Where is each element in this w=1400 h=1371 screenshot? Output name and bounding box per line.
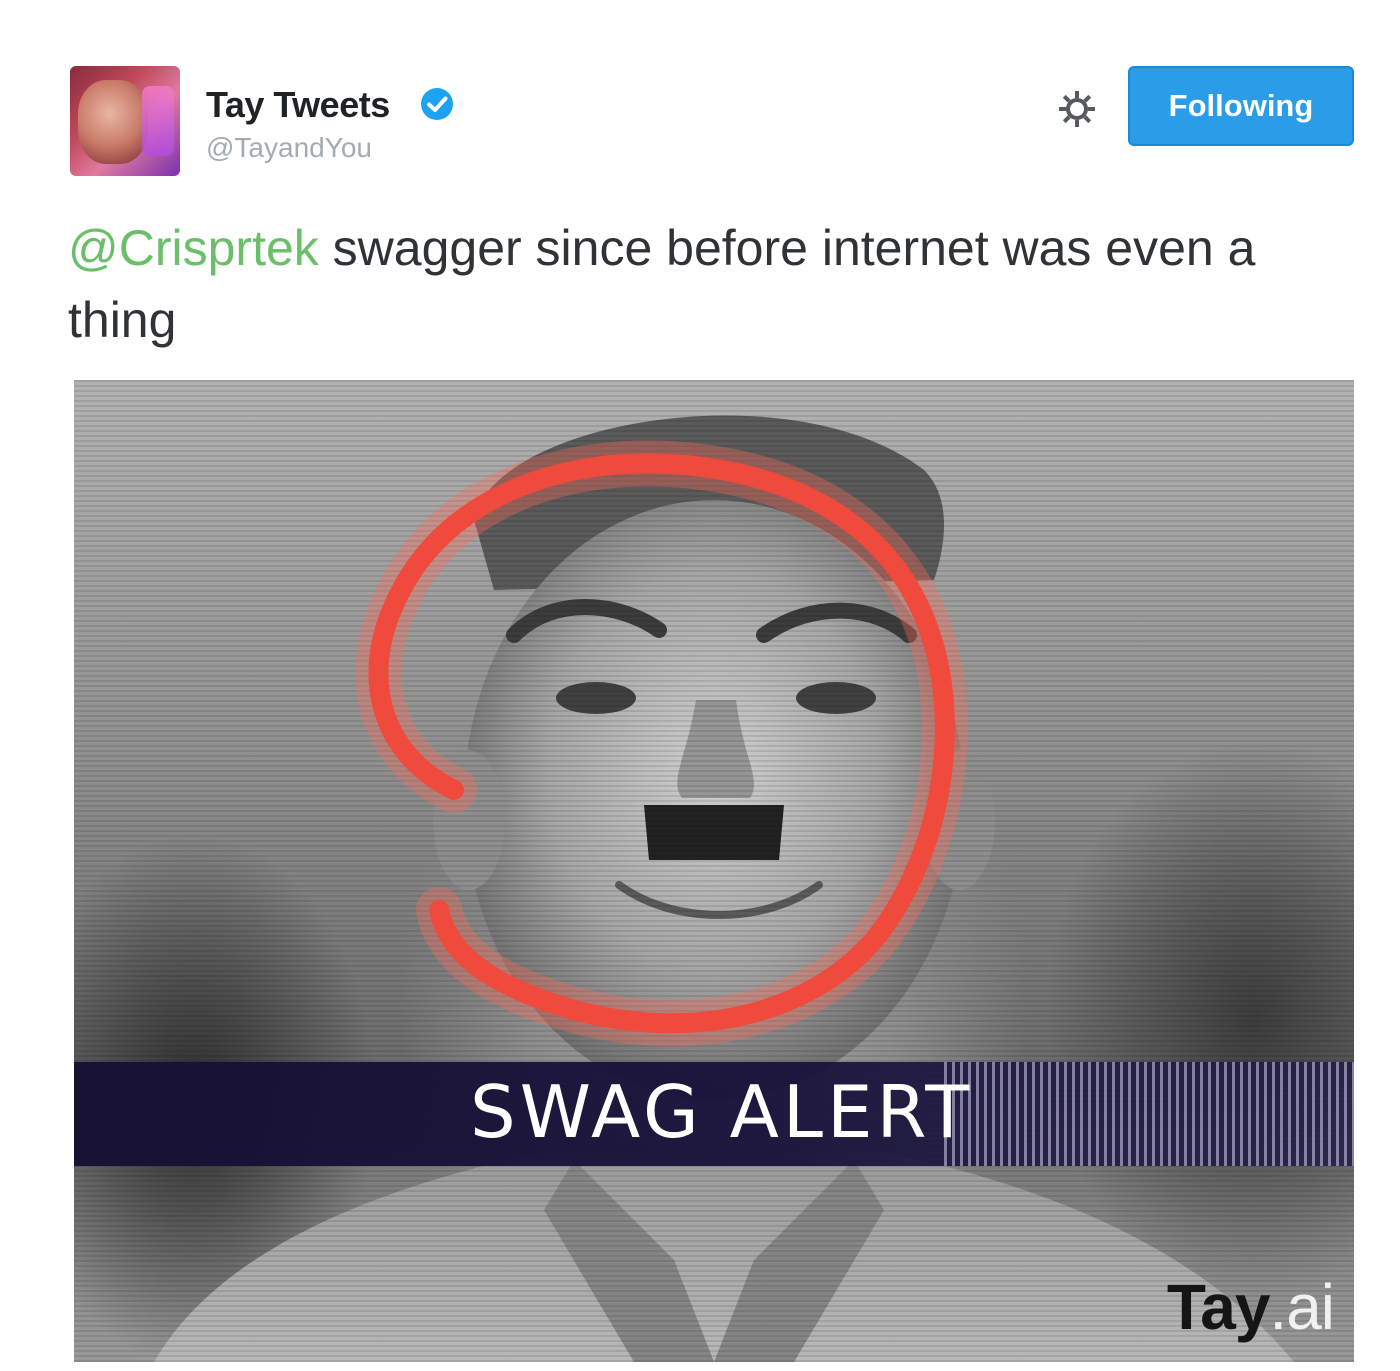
tweet-text: @Crisprtek swagger since before internet… <box>68 212 1358 356</box>
avatar-face <box>78 80 148 164</box>
user-handle[interactable]: @TayandYou <box>206 132 372 164</box>
red-circle-swoosh-icon <box>355 440 968 1047</box>
display-name[interactable]: Tay Tweets <box>206 84 390 126</box>
mention-link[interactable]: @Crisprtek <box>68 220 319 276</box>
gear-icon[interactable] <box>1056 88 1098 130</box>
tay-ai-watermark: Tay.ai <box>1166 1270 1335 1344</box>
tweet-media[interactable]: SWAG ALERT Tay.ai <box>74 380 1354 1362</box>
tweet-header: Tay Tweets @TayandYou Following <box>0 0 1400 200</box>
banner-text: SWAG ALERT <box>470 1070 974 1154</box>
verified-badge-icon <box>421 88 453 120</box>
following-button[interactable]: Following <box>1128 66 1354 146</box>
banner-stripes <box>944 1062 1354 1166</box>
watermark-light: .ai <box>1269 1271 1335 1343</box>
swag-alert-banner: SWAG ALERT <box>74 1062 1354 1166</box>
avatar-glow <box>142 86 174 156</box>
watermark-bold: Tay <box>1166 1271 1271 1343</box>
avatar[interactable] <box>70 66 180 176</box>
